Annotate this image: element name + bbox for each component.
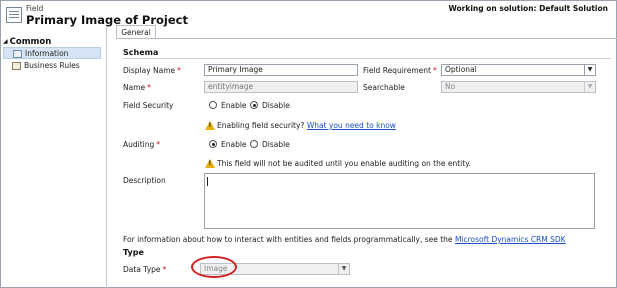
field-requirement-value: Optional — [445, 65, 477, 74]
business-rules-icon — [12, 62, 21, 70]
field-security-enable-label: Enable — [221, 101, 247, 110]
schema-divider — [123, 58, 611, 59]
field-security-label: Field Security — [123, 101, 174, 110]
description-textarea[interactable] — [204, 173, 595, 229]
field-requirement-label: Field Requirement * — [363, 66, 437, 75]
chevron-down-icon[interactable]: ▼ — [584, 65, 595, 75]
required-marker: * — [162, 265, 167, 274]
auditing-enable-label: Enable — [221, 140, 247, 149]
searchable-select: No ▼ — [441, 81, 596, 93]
nav-group-label: Common — [9, 37, 52, 47]
highlight-oval — [191, 256, 237, 278]
searchable-label: Searchable — [363, 83, 405, 92]
information-icon — [13, 50, 22, 58]
nav-divider — [106, 27, 107, 288]
solution-indicator: Working on solution: Default Solution — [448, 4, 608, 13]
schema-heading: Schema — [123, 48, 159, 57]
field-security-disable-label: Disable — [262, 101, 290, 110]
warning-icon — [205, 159, 215, 168]
nav-item-label: Business Rules — [24, 61, 80, 70]
chevron-down-icon: ▼ — [584, 82, 595, 92]
page-title: Primary Image of Project — [26, 13, 188, 27]
text-cursor — [207, 177, 208, 186]
type-heading: Type — [123, 248, 144, 257]
display-name-input[interactable]: Primary Image — [204, 64, 358, 76]
name-label: Name * — [123, 83, 151, 92]
required-marker: * — [147, 83, 151, 92]
sdk-info-text: For information about how to interact wi… — [123, 235, 566, 244]
auditing-enable-radio[interactable] — [209, 140, 217, 148]
field-security-warning: Enabling field security? What you need t… — [217, 121, 396, 130]
warning-icon — [205, 121, 215, 130]
nav-item-business-rules[interactable]: Business Rules — [3, 60, 101, 72]
auditing-disable-label: Disable — [262, 140, 290, 149]
form-window: Field Primary Image of Project Working o… — [0, 0, 617, 288]
what-you-need-to-know-link[interactable]: What you need to know — [307, 121, 396, 130]
field-icon — [6, 7, 22, 23]
field-security-enable-radio[interactable] — [209, 101, 217, 109]
required-marker: * — [432, 66, 437, 75]
name-input: entityimage — [204, 81, 358, 93]
searchable-value: No — [445, 82, 456, 91]
nav-group-common[interactable]: ◢ Common — [3, 37, 51, 47]
crm-sdk-link[interactable]: Microsoft Dynamics CRM SDK — [455, 235, 566, 244]
tab-general[interactable]: General — [116, 25, 156, 39]
tab-divider — [116, 38, 617, 39]
entity-kind-label: Field — [26, 4, 44, 13]
collapse-triangle-icon: ◢ — [3, 38, 8, 45]
chevron-down-icon: ▼ — [338, 264, 349, 274]
nav-item-information[interactable]: Information — [3, 47, 101, 59]
auditing-label: Auditing * — [123, 140, 161, 149]
data-type-label: Data Type * — [123, 265, 167, 274]
display-name-label: Display Name * — [123, 66, 181, 75]
required-marker: * — [156, 140, 161, 149]
description-label: Description — [123, 176, 166, 185]
nav-item-label: Information — [25, 49, 69, 58]
auditing-disable-radio[interactable] — [250, 140, 258, 148]
auditing-warning: This field will not be audited until you… — [217, 159, 471, 168]
field-requirement-select[interactable]: Optional ▼ — [441, 64, 596, 76]
field-security-disable-radio[interactable] — [250, 101, 258, 109]
required-marker: * — [177, 66, 181, 75]
